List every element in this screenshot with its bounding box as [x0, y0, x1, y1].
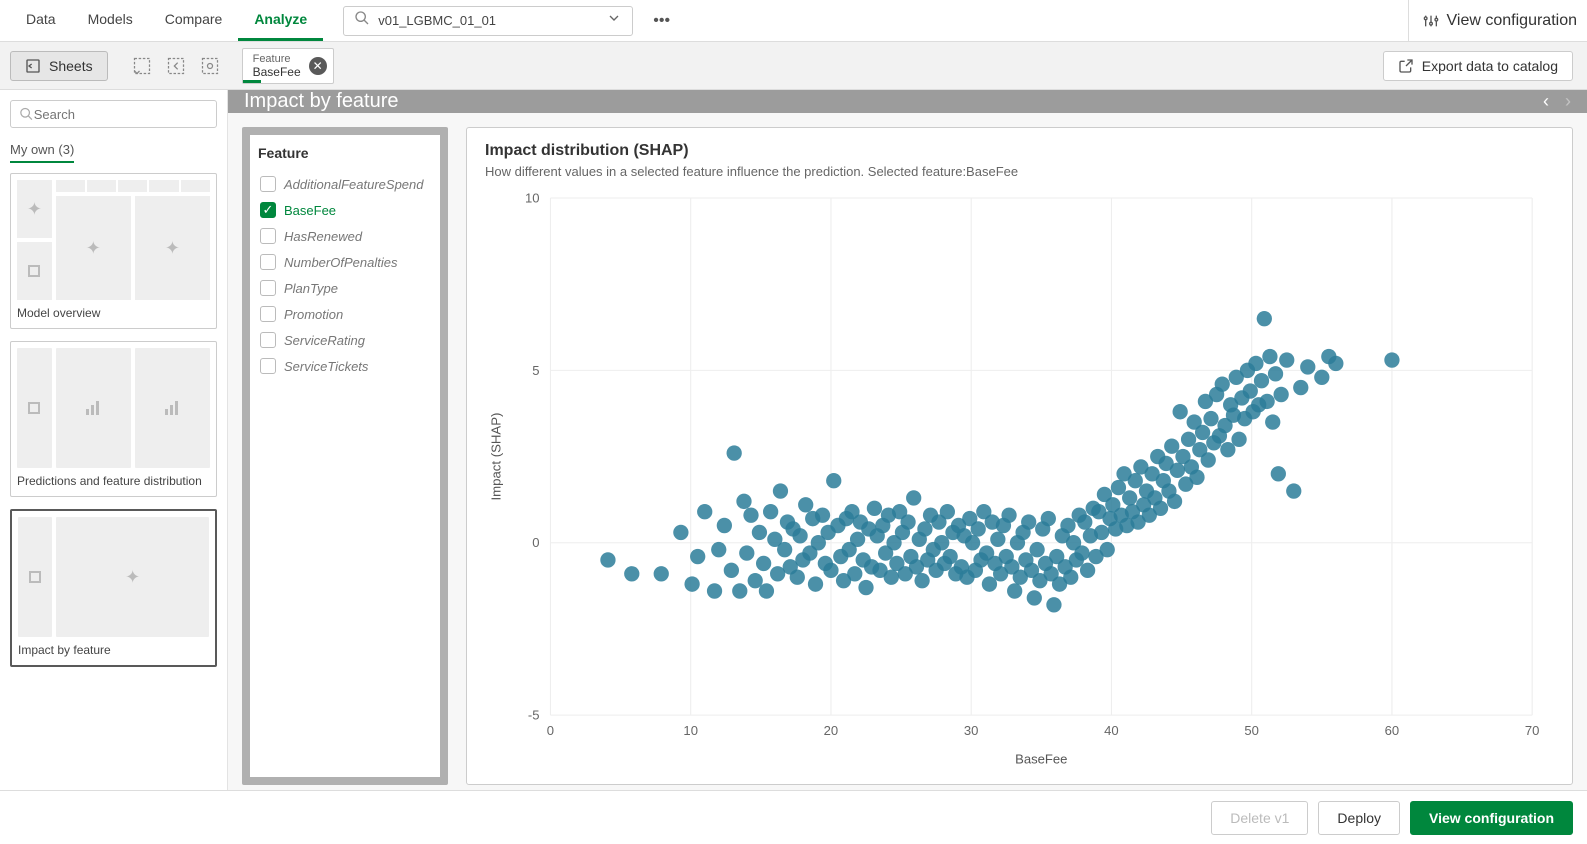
sheet-caption: Impact by feature	[18, 643, 209, 657]
view-configuration-top-button[interactable]: View configuration	[1408, 0, 1577, 41]
more-options-button[interactable]: •••	[649, 8, 674, 34]
svg-text:20: 20	[824, 723, 839, 738]
panel-header: Impact by feature ‹ ›	[228, 90, 1587, 113]
model-selector[interactable]: v01_LGBMC_01_01	[343, 6, 633, 36]
view-config-label: View configuration	[1447, 12, 1577, 30]
delete-button: Delete v1	[1211, 801, 1308, 835]
panel-title: Impact by feature	[244, 90, 399, 113]
tab-data[interactable]: Data	[10, 0, 72, 41]
chip-close-icon[interactable]: ✕	[309, 57, 327, 75]
feature-label: AdditionalFeatureSpend	[284, 177, 424, 192]
prev-sheet-icon[interactable]: ‹	[1543, 91, 1549, 112]
feature-item[interactable]: Promotion	[258, 301, 432, 327]
svg-text:40: 40	[1104, 723, 1119, 738]
svg-text:30: 30	[964, 723, 979, 738]
main-panel: Impact by feature ‹ › Feature Additional…	[228, 90, 1587, 790]
tab-analyze[interactable]: Analyze	[238, 0, 323, 41]
feature-label: ServiceTickets	[284, 359, 368, 374]
sidebar-search[interactable]	[10, 100, 217, 128]
sidebar: My own (3) ✦✦✦Model overview Predictions …	[0, 90, 228, 790]
body: My own (3) ✦✦✦Model overview Predictions …	[0, 90, 1587, 790]
feature-label: Promotion	[284, 307, 343, 322]
sidebar-search-input[interactable]	[34, 107, 208, 122]
top-nav-tabs: DataModelsCompareAnalyze	[10, 0, 323, 41]
svg-text:5: 5	[532, 363, 539, 378]
sheet-caption: Predictions and feature distribution	[17, 474, 210, 488]
sheets-icon	[25, 58, 41, 74]
search-icon	[19, 106, 34, 122]
sheets-button[interactable]: Sheets	[10, 51, 108, 81]
selection-tool-icons	[132, 56, 220, 76]
clear-select-icon[interactable]	[200, 56, 220, 76]
feature-item[interactable]: PlanType	[258, 275, 432, 301]
sheets-label: Sheets	[49, 58, 93, 74]
view-configuration-button[interactable]: View configuration	[1410, 801, 1573, 835]
svg-text:Impact (SHAP): Impact (SHAP)	[488, 413, 503, 501]
sheet-thumb[interactable]: ✦✦✦Model overview	[10, 173, 217, 329]
scatter-plot[interactable]: 0 10 20 30 40 50 60 70 -5 0 5 10 BaseFee Impact (SHAP…	[485, 187, 1554, 770]
checkbox-icon	[260, 280, 276, 296]
feature-item[interactable]: ServiceTickets	[258, 353, 432, 379]
feature-label: PlanType	[284, 281, 338, 296]
feature-item[interactable]: ServiceRating	[258, 327, 432, 353]
tab-models[interactable]: Models	[72, 0, 149, 41]
smart-select-icon[interactable]	[132, 56, 152, 76]
checkbox-icon	[260, 254, 276, 270]
feature-filter-panel: Feature AdditionalFeatureSpend ✓ BaseFee Ha…	[242, 127, 448, 785]
feature-label: HasRenewed	[284, 229, 362, 244]
svg-text:50: 50	[1244, 723, 1259, 738]
export-label: Export data to catalog	[1422, 58, 1558, 74]
svg-text:10: 10	[525, 190, 540, 205]
svg-text:BaseFee: BaseFee	[1015, 751, 1067, 766]
checkbox-icon	[260, 176, 276, 192]
toolbar: Sheets Feature BaseFee ✕ Export data to …	[0, 42, 1587, 90]
checkbox-icon: ✓	[260, 202, 276, 218]
step-back-icon[interactable]	[166, 56, 186, 76]
chart-subtitle: How different values in a selected featu…	[485, 164, 1554, 179]
chip-value: BaseFee	[253, 65, 301, 79]
chart-panel: Impact distribution (SHAP) How different…	[466, 127, 1573, 785]
chevron-down-icon	[606, 10, 622, 31]
checkbox-icon	[260, 306, 276, 322]
sliders-icon	[1423, 13, 1439, 29]
sheet-thumb[interactable]: Predictions and feature distribution	[10, 341, 217, 497]
next-sheet-icon[interactable]: ›	[1565, 91, 1571, 112]
feature-label: NumberOfPenalties	[284, 255, 397, 270]
search-icon	[354, 10, 370, 31]
feature-item[interactable]: ✓ BaseFee	[258, 197, 432, 223]
checkbox-icon	[260, 332, 276, 348]
deploy-button[interactable]: Deploy	[1318, 801, 1400, 835]
chart-title: Impact distribution (SHAP)	[485, 142, 1554, 160]
svg-text:60: 60	[1385, 723, 1400, 738]
model-name: v01_LGBMC_01_01	[378, 13, 606, 28]
svg-text:10: 10	[683, 723, 698, 738]
svg-text:-5: -5	[528, 707, 540, 722]
sheet-caption: Model overview	[17, 306, 210, 320]
feature-panel-title: Feature	[258, 145, 432, 161]
feature-item[interactable]: HasRenewed	[258, 223, 432, 249]
feature-item[interactable]: AdditionalFeatureSpend	[258, 171, 432, 197]
sidebar-section-label[interactable]: My own (3)	[10, 142, 74, 163]
export-data-button[interactable]: Export data to catalog	[1383, 51, 1573, 81]
export-icon	[1398, 58, 1414, 74]
feature-item[interactable]: NumberOfPenalties	[258, 249, 432, 275]
chip-title: Feature	[253, 53, 301, 65]
feature-label: BaseFee	[284, 203, 336, 218]
tab-compare[interactable]: Compare	[149, 0, 239, 41]
checkbox-icon	[260, 228, 276, 244]
svg-text:0: 0	[547, 723, 554, 738]
svg-text:70: 70	[1525, 723, 1540, 738]
checkbox-icon	[260, 358, 276, 374]
feature-label: ServiceRating	[284, 333, 365, 348]
selection-chip[interactable]: Feature BaseFee ✕	[242, 48, 334, 84]
top-nav: DataModelsCompareAnalyze v01_LGBMC_01_01…	[0, 0, 1587, 42]
sheet-thumb[interactable]: ✦Impact by feature	[10, 509, 217, 667]
svg-text:0: 0	[532, 535, 539, 550]
